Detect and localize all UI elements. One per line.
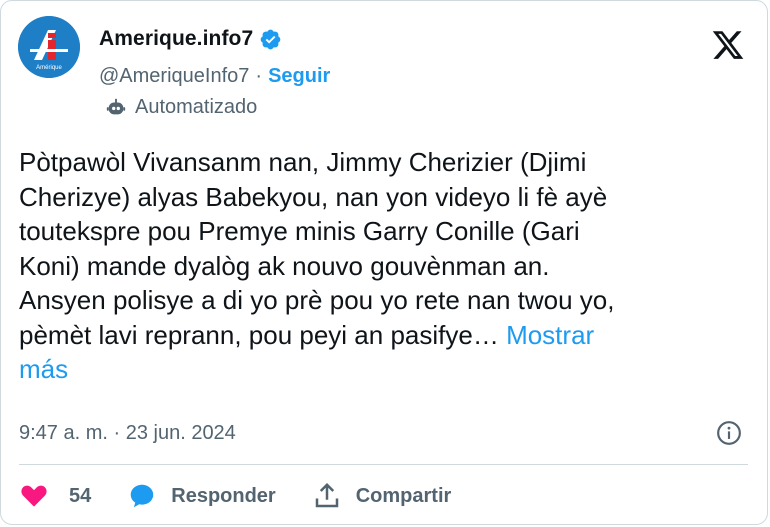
- timestamp[interactable]: 9:47 a. m. · 23 jun. 2024: [19, 422, 236, 445]
- display-name[interactable]: Amerique.info7: [99, 27, 253, 51]
- tweet-card: Amérique Amerique.info7 @AmeriqueInfo7 ·…: [0, 0, 768, 525]
- divider: [19, 464, 748, 465]
- like-count: 54: [69, 484, 92, 507]
- share-label: Compartir: [355, 484, 452, 507]
- share-button[interactable]: Compartir: [312, 481, 452, 511]
- action-bar: 54 Responder Compartir: [19, 481, 487, 511]
- x-logo-icon[interactable]: [709, 28, 747, 62]
- verified-badge-icon: [260, 29, 281, 49]
- automated-label-row: Automatizado: [105, 96, 257, 119]
- bot-icon: [106, 98, 126, 114]
- reply-label: Responder: [171, 484, 276, 507]
- heart-icon: [21, 485, 47, 507]
- info-icon[interactable]: [716, 420, 742, 446]
- reply-button[interactable]: Responder: [127, 481, 276, 511]
- separator: ·: [255, 65, 263, 87]
- author-name-row: Amerique.info7: [99, 27, 282, 51]
- reply-icon: [131, 484, 154, 508]
- follow-button[interactable]: Seguir: [268, 65, 330, 88]
- tweet-text: Pòtpawòl Vivansanm nan, Jimmy Cherizier …: [19, 145, 754, 387]
- avatar-text: Amérique: [36, 65, 62, 71]
- avatar[interactable]: Amérique: [18, 16, 80, 78]
- like-button[interactable]: 54: [19, 481, 91, 511]
- share-icon: [315, 482, 338, 508]
- automated-label: Automatizado: [135, 96, 258, 118]
- handle[interactable]: @AmeriqueInfo7: [99, 65, 249, 88]
- handle-row: @AmeriqueInfo7 · Seguir: [99, 65, 330, 88]
